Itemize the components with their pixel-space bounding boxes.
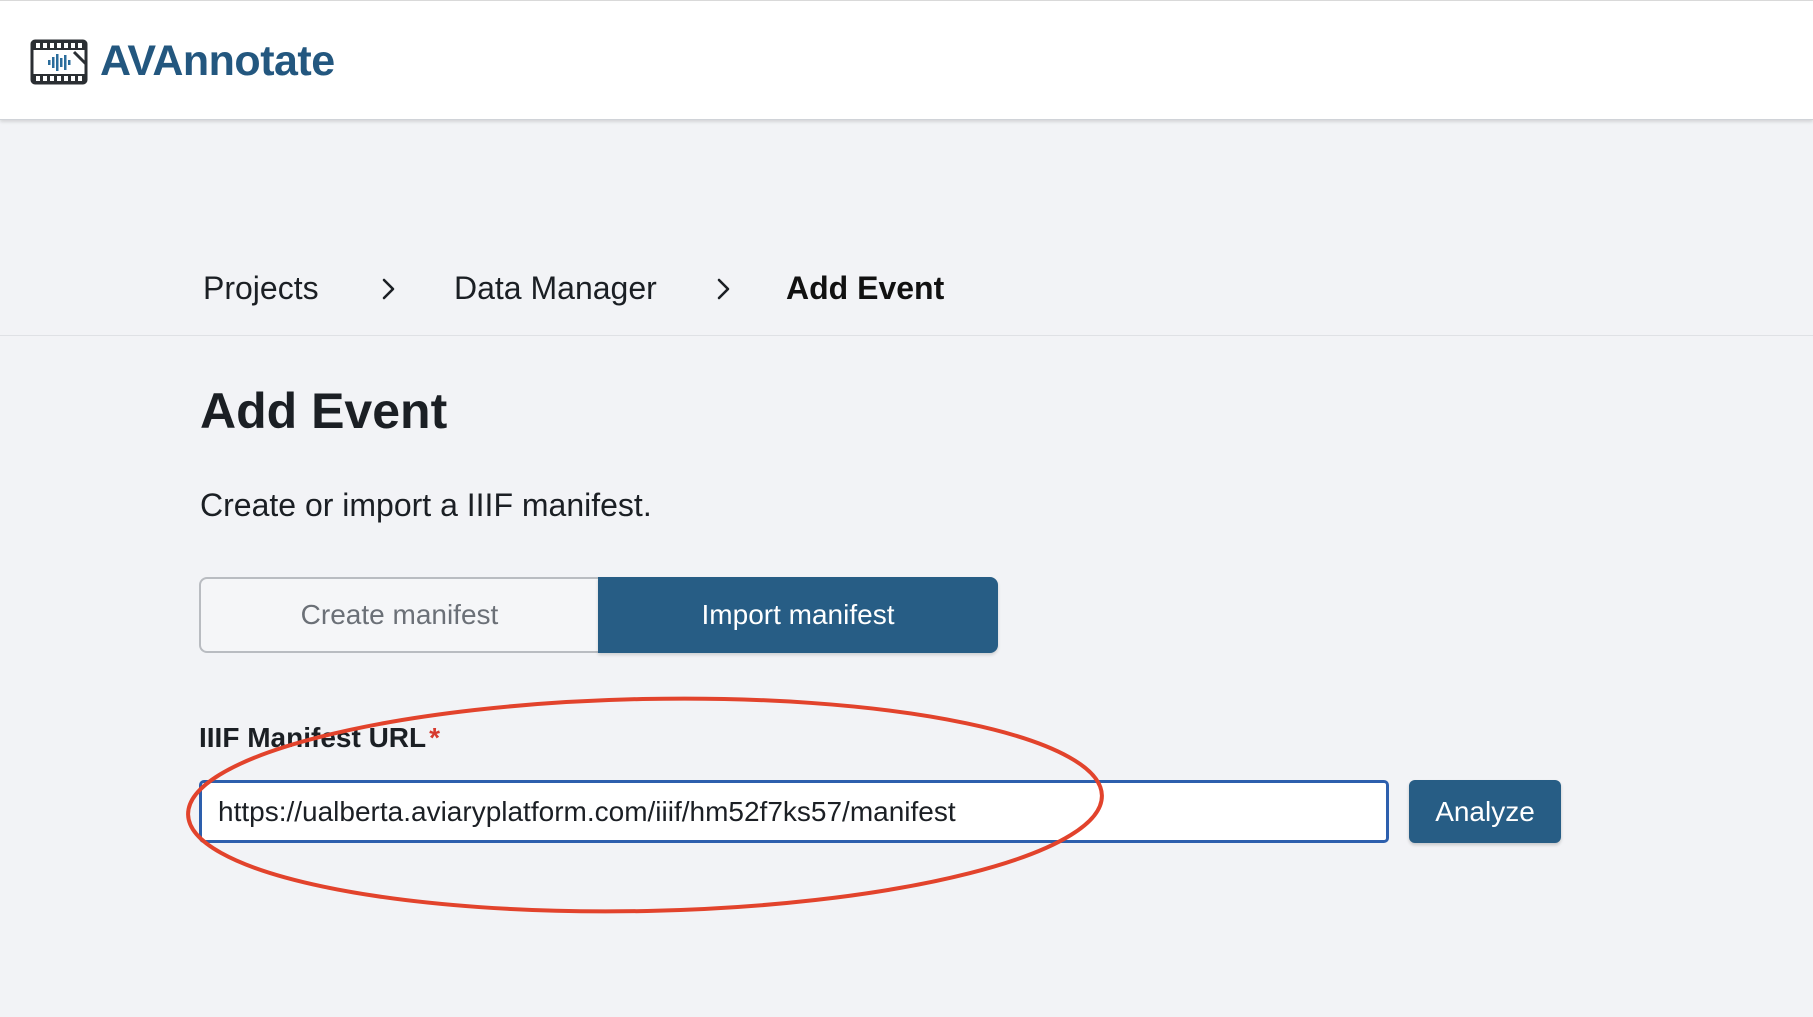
- breadcrumb-item-projects[interactable]: Projects: [203, 270, 319, 307]
- manifest-mode-toggle: Create manifest Import manifest: [199, 577, 998, 653]
- app-name: AVAnnotate: [100, 37, 335, 85]
- breadcrumb: Projects Data Manager Add Event: [0, 240, 1813, 336]
- required-marker: *: [429, 722, 441, 753]
- breadcrumb-item-data-manager[interactable]: Data Manager: [454, 270, 657, 307]
- chevron-right-icon: [717, 278, 730, 300]
- manifest-url-label-text: IIIF Manifest URL: [199, 722, 427, 753]
- chevron-right-icon: [382, 278, 395, 300]
- top-bar: AVAnnotate: [0, 0, 1813, 120]
- manifest-url-label: IIIF Manifest URL *: [199, 722, 440, 754]
- page-title: Add Event: [200, 383, 448, 439]
- analyze-button[interactable]: Analyze: [1409, 780, 1561, 843]
- film-audio-icon: [30, 39, 88, 84]
- breadcrumb-item-add-event: Add Event: [786, 270, 945, 306]
- app-logo-link[interactable]: AVAnnotate: [30, 37, 335, 86]
- manifest-url-input[interactable]: [199, 780, 1389, 843]
- page-subtitle: Create or import a IIIF manifest.: [200, 487, 652, 523]
- import-manifest-button[interactable]: Import manifest: [598, 577, 998, 653]
- create-manifest-button[interactable]: Create manifest: [199, 577, 598, 653]
